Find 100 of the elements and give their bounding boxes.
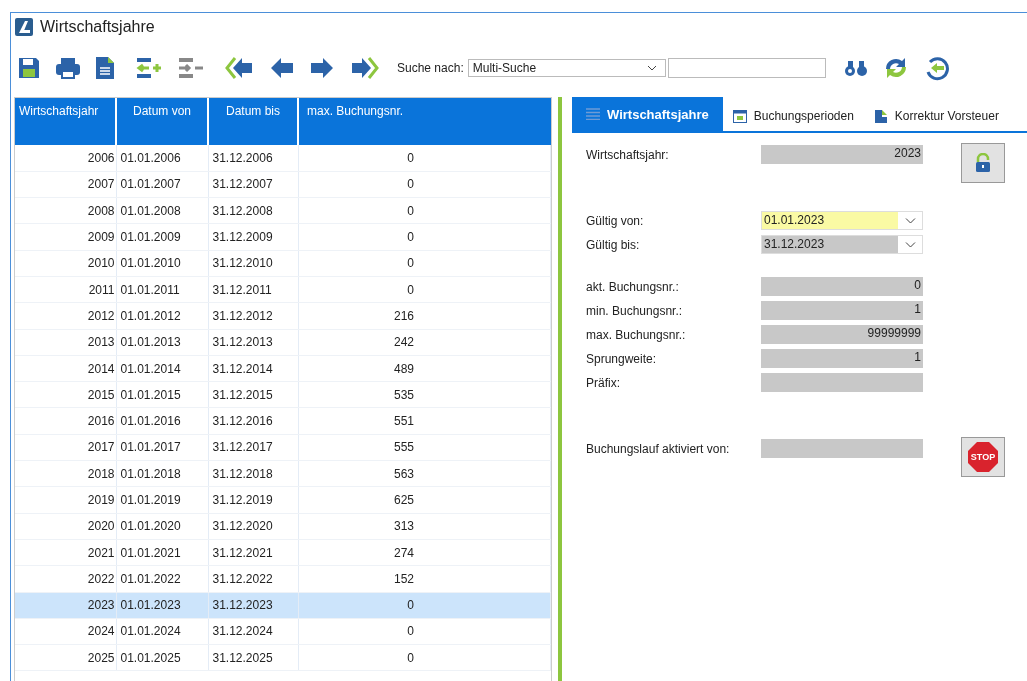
table-cell: 2008 <box>15 197 116 224</box>
first-record-icon[interactable] <box>225 56 255 80</box>
search-label: Suche nach: <box>397 61 464 75</box>
previous-record-icon[interactable] <box>269 56 295 80</box>
field-label: akt. Buchungsnr.: <box>586 279 680 294</box>
tab[interactable]: Korrektur Vorsteuer <box>863 101 1009 131</box>
table-row[interactable]: 2011 01.01.2011 31.12.2011 0 <box>15 276 551 303</box>
table-cell: 31.12.2021 <box>208 539 298 566</box>
table-cell: 01.01.2020 <box>116 513 208 540</box>
table-row[interactable]: 2022 01.01.2022 31.12.2022 152 <box>15 565 551 593</box>
document-chart-icon <box>873 108 888 124</box>
field-label: Wirtschaftsjahr: <box>586 147 670 162</box>
table-cell: 0 <box>298 223 551 251</box>
binoculars-icon[interactable] <box>843 58 868 78</box>
table-cell: 2014 <box>15 355 116 382</box>
field-label: Sprungweite: <box>586 351 658 366</box>
table-cell: 216 <box>298 302 551 330</box>
table-cell: 2010 <box>15 250 116 277</box>
table-cell: 2019 <box>15 486 116 514</box>
date-field[interactable]: 01.01.2023 <box>761 211 923 230</box>
table-cell: 01.01.2023 <box>116 592 208 619</box>
table-cell: 2006 <box>15 145 116 172</box>
insert-row-icon[interactable] <box>135 56 163 80</box>
read-only-field: 1 <box>761 349 923 368</box>
lock-button[interactable] <box>961 143 1005 183</box>
date-field[interactable]: 31.12.2023 <box>761 235 923 254</box>
table-cell: 0 <box>298 644 551 671</box>
column-header[interactable]: Wirtschaftsjahr <box>15 98 116 145</box>
app-logo-icon <box>15 18 33 36</box>
read-only-field: 2023 <box>761 145 923 164</box>
table-row[interactable]: 2016 01.01.2016 31.12.2016 551 <box>15 407 551 435</box>
padlock-icon <box>975 153 991 173</box>
table-cell: 274 <box>298 539 551 566</box>
table-cell: 2015 <box>15 381 116 408</box>
table-cell: 01.01.2006 <box>116 145 208 172</box>
table-row[interactable]: 2006 01.01.2006 31.12.2006 0 <box>15 145 551 172</box>
search-field[interactable] <box>667 58 826 78</box>
field-label: Präfix: <box>586 375 621 390</box>
table-cell: 01.01.2007 <box>116 171 208 198</box>
table-cell: 01.01.2010 <box>116 250 208 277</box>
table-cell: 31.12.2013 <box>208 329 298 356</box>
table-cell: 2020 <box>15 513 116 540</box>
table-cell: 01.01.2008 <box>116 197 208 224</box>
table-cell: 2013 <box>15 329 116 356</box>
table-cell: 0 <box>298 592 551 619</box>
table-row[interactable]: 2020 01.01.2020 31.12.2020 313 <box>15 513 551 540</box>
table-row[interactable]: 2013 01.01.2013 31.12.2013 242 <box>15 329 551 356</box>
table-cell: 2017 <box>15 434 116 461</box>
table-cell: 555 <box>298 434 551 461</box>
table-cell: 563 <box>298 460 551 487</box>
table-row[interactable]: 2024 01.01.2024 31.12.2024 0 <box>15 618 551 645</box>
table-cell: 01.01.2014 <box>116 355 208 382</box>
tab[interactable]: Wirtschaftsjahre <box>572 97 723 131</box>
chevron-down-icon <box>904 217 916 224</box>
next-record-icon[interactable] <box>309 56 335 80</box>
column-header[interactable]: Datum von <box>116 98 208 145</box>
table-cell: 152 <box>298 565 551 593</box>
table-cell: 31.12.2022 <box>208 565 298 593</box>
read-only-field: 1 <box>761 301 923 320</box>
table-row[interactable]: 2015 01.01.2015 31.12.2015 535 <box>15 381 551 408</box>
table-row[interactable]: 2008 01.01.2008 31.12.2008 0 <box>15 197 551 224</box>
field-label: min. Buchungsnr.: <box>586 303 684 318</box>
table-row[interactable]: 2021 01.01.2021 31.12.2021 274 <box>15 539 551 566</box>
window-title: Wirtschaftsjahre <box>40 18 155 36</box>
read-only-field: 0 <box>761 277 923 296</box>
table-row[interactable]: 2009 01.01.2009 31.12.2009 0 <box>15 223 551 251</box>
table-cell: 242 <box>298 329 551 356</box>
table-cell: 2023 <box>15 592 116 619</box>
tab[interactable]: Buchungsperioden <box>722 101 864 131</box>
table-cell: 551 <box>298 407 551 435</box>
save-icon[interactable] <box>17 56 41 80</box>
stop-button[interactable]: STOP <box>961 437 1005 477</box>
search-mode-dropdown[interactable]: Multi-Suche <box>467 59 666 77</box>
table-row[interactable]: 2023 01.01.2023 31.12.2023 0 <box>15 592 551 619</box>
read-only-field: 99999999 <box>761 325 923 344</box>
table-cell: 2021 <box>15 539 116 566</box>
table-cell: 01.01.2016 <box>116 407 208 435</box>
table-row[interactable]: 2007 01.01.2007 31.12.2007 0 <box>15 171 551 198</box>
field-label: Gültig bis: <box>586 237 641 252</box>
table-cell: 2025 <box>15 644 116 671</box>
table-cell: 31.12.2018 <box>208 460 298 487</box>
table-row[interactable]: 2014 01.01.2014 31.12.2014 489 <box>15 355 551 382</box>
column-header[interactable]: max. Buchungsnr. <box>298 98 551 145</box>
document-icon[interactable] <box>95 56 115 80</box>
table-cell: 31.12.2023 <box>208 592 298 619</box>
print-icon[interactable] <box>55 56 81 80</box>
table-row[interactable]: 2025 01.01.2025 31.12.2025 0 <box>15 644 551 671</box>
table-row[interactable]: 2018 01.01.2018 31.12.2018 563 <box>15 460 551 487</box>
table-cell: 01.01.2018 <box>116 460 208 487</box>
table-row[interactable]: 2019 01.01.2019 31.12.2019 625 <box>15 486 551 514</box>
table-row[interactable]: 2017 01.01.2017 31.12.2017 555 <box>15 434 551 461</box>
column-header[interactable]: Datum bis <box>208 98 298 145</box>
table-row[interactable]: 2012 01.01.2012 31.12.2012 216 <box>15 302 551 330</box>
table-cell: 31.12.2006 <box>208 145 298 172</box>
table-row[interactable]: 2010 01.01.2010 31.12.2010 0 <box>15 250 551 277</box>
table-cell: 31.12.2020 <box>208 513 298 540</box>
last-record-icon[interactable] <box>349 56 379 80</box>
table-cell: 625 <box>298 486 551 514</box>
field-label: Buchungslauf aktiviert von: <box>586 441 731 456</box>
delete-row-icon[interactable] <box>177 56 205 80</box>
